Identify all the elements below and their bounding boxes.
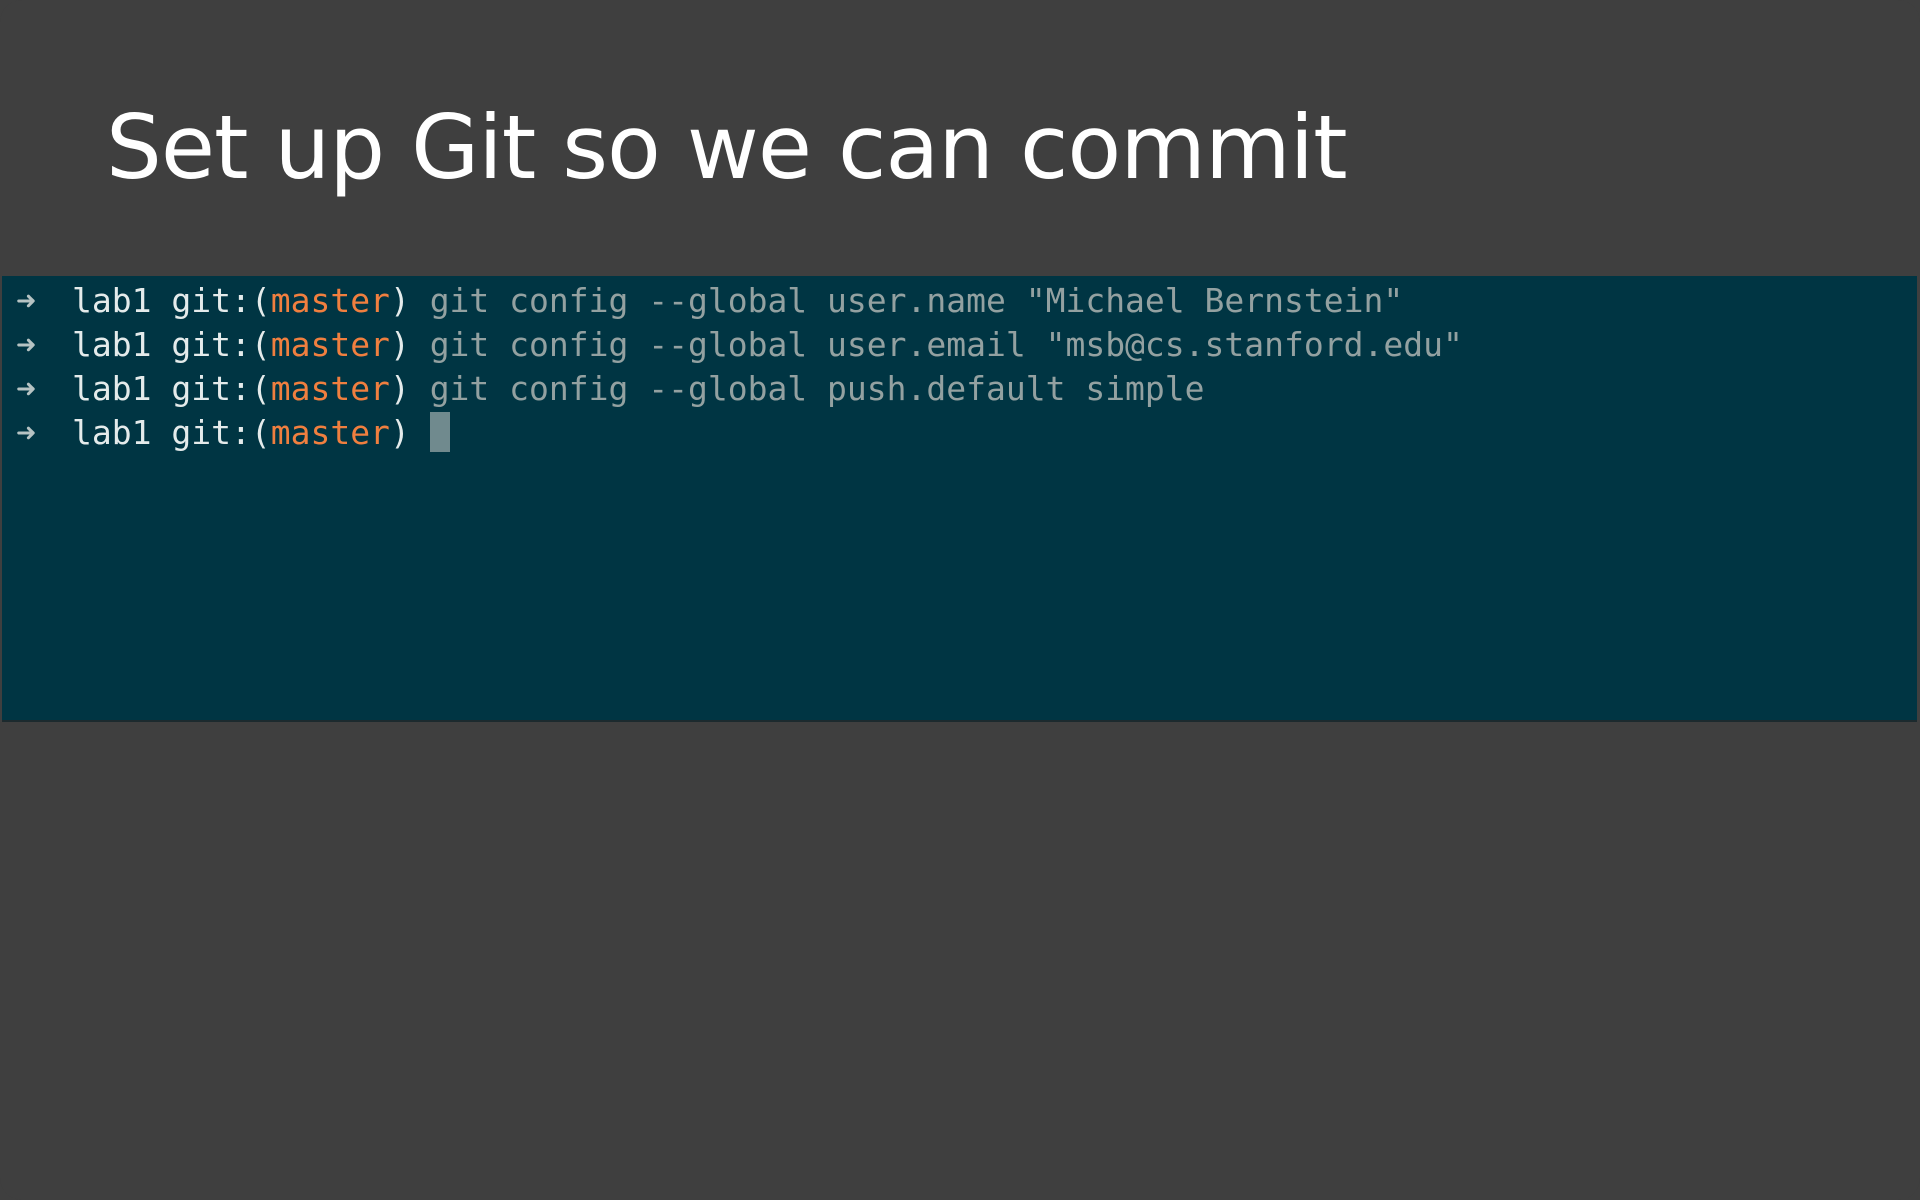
prompt-git-label: git: — [171, 412, 251, 452]
prompt-branch: master — [270, 412, 390, 452]
prompt-arrow-icon: ➜ — [16, 412, 36, 452]
prompt-branch: master — [270, 324, 390, 364]
prompt-git-label: git: — [171, 324, 251, 364]
prompt-directory: lab1 — [72, 368, 152, 408]
prompt-arrow-icon: ➜ — [16, 280, 36, 320]
terminal-line-active[interactable]: ➜ lab1 git:(master) — [2, 410, 1917, 454]
terminal-line: ➜ lab1 git:(master) git config --global p… — [2, 366, 1917, 410]
terminal-command: git config --global user.name "Michael B… — [429, 280, 1404, 320]
prompt-directory: lab1 — [72, 412, 152, 452]
prompt-arrow-icon: ➜ — [16, 324, 36, 364]
prompt-directory: lab1 — [72, 324, 152, 364]
terminal-line: ➜ lab1 git:(master) git config --global u… — [2, 278, 1917, 322]
terminal-window[interactable]: ➜ lab1 git:(master) git config --global u… — [2, 276, 1917, 722]
prompt-branch: master — [270, 280, 390, 320]
terminal-line: ➜ lab1 git:(master) git config --global u… — [2, 322, 1917, 366]
terminal-command: git config --global push.default simple — [429, 368, 1205, 408]
slide-title: Set up Git so we can commit — [106, 96, 1348, 199]
prompt-branch: master — [270, 368, 390, 408]
prompt-arrow-icon: ➜ — [16, 368, 36, 408]
prompt-git-label: git: — [171, 368, 251, 408]
prompt-git-label: git: — [171, 280, 251, 320]
terminal-cursor — [429, 412, 450, 452]
terminal-command: git config --global user.email "msb@cs.s… — [429, 324, 1463, 364]
prompt-directory: lab1 — [72, 280, 152, 320]
slide: Set up Git so we can commit ➜ lab1 git:(m… — [0, 0, 1920, 1200]
